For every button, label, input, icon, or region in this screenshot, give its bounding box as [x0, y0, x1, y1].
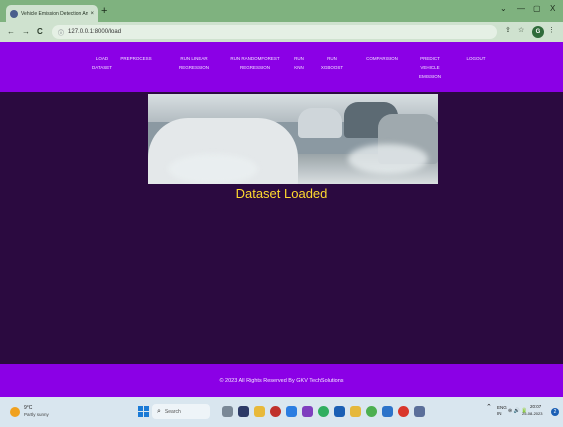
main-navigation: LOAD DATASET PREPROCESS RUN LINEAR REGRE… — [0, 42, 563, 92]
nav-load-dataset[interactable]: LOAD DATASET — [90, 54, 114, 72]
menu-kebab-icon[interactable]: ⋮ — [548, 26, 555, 34]
bookmark-star-icon[interactable]: ☆ — [518, 26, 524, 34]
taskbar-search[interactable]: ⌕ Search — [152, 404, 210, 419]
tab-close-icon[interactable]: × — [90, 11, 94, 17]
tab-search-icon[interactable]: ⌄ — [500, 4, 507, 13]
profile-avatar[interactable]: G — [532, 26, 544, 38]
browser-tab-strip: Vehicle Emission Detection And × + ⌄ — ▢… — [0, 0, 563, 22]
browser-tab[interactable]: Vehicle Emission Detection And × — [6, 5, 98, 22]
notification-badge[interactable]: 2 — [551, 408, 559, 416]
nav-comparision[interactable]: COMPARISION — [362, 54, 402, 63]
url-text[interactable]: 127.0.0.1:8000/load — [68, 29, 121, 35]
windows-taskbar: 9°C Partly sunny ⌕ Search ⌃ ENG IN ⊜ 🔊 🔋… — [0, 397, 563, 427]
app-icon-circle-red[interactable] — [398, 406, 409, 417]
nav-preprocess[interactable]: PREPROCESS — [120, 54, 152, 63]
app-icon-dark-blue[interactable] — [334, 406, 345, 417]
forward-button[interactable]: → — [22, 27, 30, 37]
tray-overflow-icon[interactable]: ⌃ — [486, 404, 492, 411]
weather-sun-icon[interactable] — [10, 407, 20, 417]
app-icon-code[interactable] — [414, 406, 425, 417]
app-icon-purple[interactable] — [302, 406, 313, 417]
maximize-button[interactable]: ▢ — [533, 4, 541, 13]
tray-language[interactable]: ENG IN — [497, 405, 507, 417]
tab-title: Vehicle Emission Detection And — [21, 10, 89, 17]
nav-logout[interactable]: LOGOUT — [462, 54, 490, 63]
nav-run-randomforest-regression[interactable]: RUN RANDOMFOREST REGRESSION — [225, 54, 285, 72]
reload-button[interactable]: C — [37, 27, 43, 37]
search-placeholder: Search — [164, 408, 181, 415]
dataset-loaded-message: Dataset Loaded — [235, 186, 328, 201]
footer-copyright: © 2023 All Rights Reserved By GKV TechSo… — [219, 377, 344, 384]
tray-time[interactable]: 20:07 — [530, 404, 541, 410]
page-viewport: LOAD DATASET PREPROCESS RUN LINEAR REGRE… — [0, 42, 563, 397]
share-icon[interactable]: ⇪ — [505, 26, 511, 34]
hero-exhaust-smoke — [168, 154, 258, 184]
weather-description[interactable]: Partly sunny — [24, 412, 49, 417]
nav-predict-vehicle-emission[interactable]: PREDICT VEHICLE EMISSION — [415, 54, 445, 81]
nav-run-knn[interactable]: RUN KNN — [288, 54, 310, 72]
task-view-icon[interactable] — [222, 406, 233, 417]
hero-exhaust-smoke-right — [348, 144, 428, 174]
start-button[interactable] — [138, 406, 149, 417]
site-favicon-icon — [10, 9, 18, 18]
app-icon-blue[interactable] — [286, 406, 297, 417]
address-bar[interactable]: ⓘ 127.0.0.1:8000/load — [52, 25, 497, 39]
app-icon-photo[interactable] — [382, 406, 393, 417]
file-explorer-icon[interactable] — [254, 406, 265, 417]
app-icon-red[interactable] — [270, 406, 281, 417]
minimize-button[interactable]: — — [517, 4, 525, 13]
back-button[interactable]: ← — [7, 27, 15, 37]
page-footer: © 2023 All Rights Reserved By GKV TechSo… — [0, 364, 563, 397]
app-icon-yellow[interactable] — [350, 406, 361, 417]
tray-date[interactable]: 25-08-2023 — [522, 411, 542, 417]
nav-run-xgboost[interactable]: RUN XGBOOST — [318, 54, 346, 72]
search-icon: ⌕ — [157, 407, 161, 415]
nav-run-linear-regression[interactable]: RUN LINEAR REGRESSION — [175, 54, 213, 72]
hero-traffic-image — [148, 94, 438, 184]
app-icon-green[interactable] — [318, 406, 329, 417]
new-tab-button[interactable]: + — [101, 6, 107, 17]
site-info-icon[interactable]: ⓘ — [58, 28, 64, 37]
hero-car-back — [298, 108, 342, 138]
weather-temperature[interactable]: 9°C — [24, 405, 32, 411]
address-bar-row: ← → C ⓘ 127.0.0.1:8000/load ⇪ ☆ ⋮ — [0, 22, 563, 42]
chrome-icon[interactable] — [366, 406, 377, 417]
widgets-icon[interactable] — [238, 406, 249, 417]
close-window-button[interactable]: X — [550, 4, 555, 13]
